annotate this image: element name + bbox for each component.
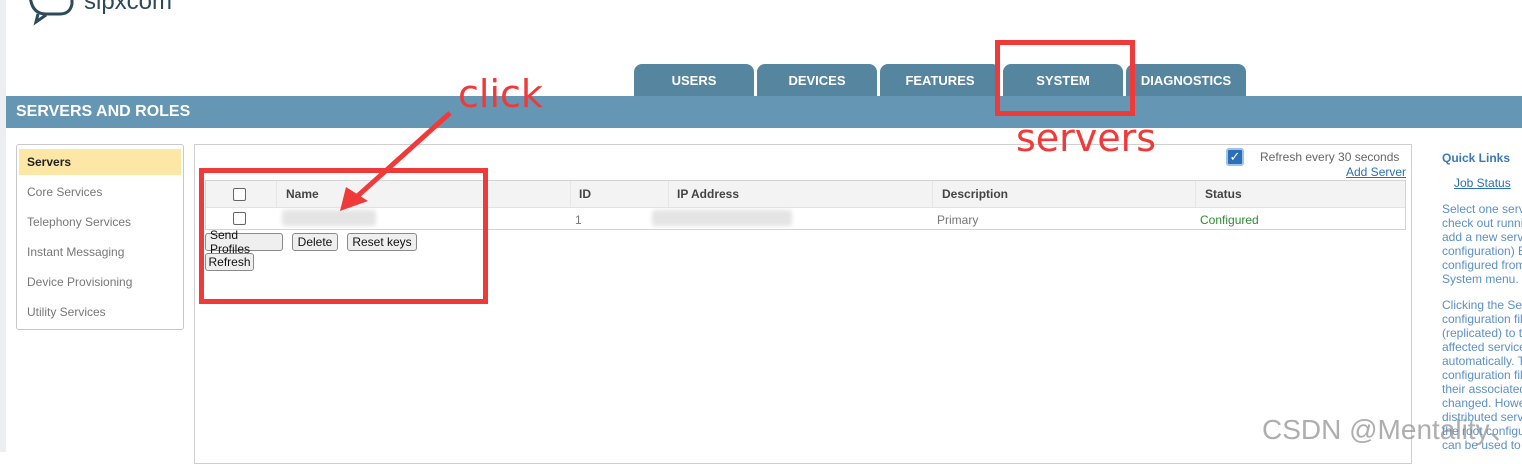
job-status-link[interactable]: Job Status xyxy=(1454,176,1511,190)
annotation-label-click: click xyxy=(458,72,543,116)
help-line: configuration) E xyxy=(1442,244,1522,258)
logo-icon xyxy=(29,0,74,26)
tab-diagnostics[interactable]: DIAGNOSTICS xyxy=(1126,64,1246,96)
logo-text: sipxcom xyxy=(84,0,173,15)
help-line: their associated xyxy=(1442,382,1522,396)
help-line: automatically. T xyxy=(1442,354,1522,368)
sidebar-item-core-services[interactable]: Core Services xyxy=(19,179,181,205)
refresh-toggle-row: ✓ xyxy=(1226,146,1244,168)
refresh-checkbox[interactable]: ✓ xyxy=(1226,148,1244,166)
sidebar: Servers Core Services Telephony Services… xyxy=(16,144,184,330)
column-header-id[interactable]: ID xyxy=(579,187,591,201)
help-line: configured from xyxy=(1442,258,1522,272)
help-line: System menu. xyxy=(1442,272,1519,286)
help-line: configuration fil xyxy=(1442,312,1522,326)
page-title-band: SERVERS AND ROLES xyxy=(6,96,1522,128)
sidebar-item-instant-messaging[interactable]: Instant Messaging xyxy=(19,239,181,265)
add-server-link[interactable]: Add Server xyxy=(1346,165,1406,179)
status-badge: Configured xyxy=(1200,213,1259,227)
sidebar-item-device-provisioning[interactable]: Device Provisioning xyxy=(19,269,181,295)
sidebar-item-servers[interactable]: Servers xyxy=(19,149,181,175)
column-header-status[interactable]: Status xyxy=(1205,187,1242,201)
server-description: Primary xyxy=(937,213,979,227)
tab-users[interactable]: USERS xyxy=(634,64,754,96)
watermark: CSDN @Mentality、 xyxy=(1262,414,1518,445)
server-id: 1 xyxy=(575,213,582,227)
column-divider xyxy=(570,181,571,207)
column-divider xyxy=(1195,181,1196,207)
sidebar-item-utility-services[interactable]: Utility Services xyxy=(19,299,181,325)
annotation-label-servers: servers xyxy=(1016,116,1157,160)
help-line: affected service xyxy=(1442,340,1522,354)
tab-devices[interactable]: DEVICES xyxy=(757,64,877,96)
column-header-description[interactable]: Description xyxy=(942,187,1008,201)
annotation-box-system-tab xyxy=(995,40,1135,116)
quick-links-title: Quick Links xyxy=(1442,151,1511,165)
sidebar-item-telephony-services[interactable]: Telephony Services xyxy=(19,209,181,235)
help-line: configuration fil xyxy=(1442,368,1522,382)
column-header-ip-address[interactable]: IP Address xyxy=(677,187,739,201)
refresh-interval-label: Refresh every 30 seconds xyxy=(1260,150,1400,164)
ip-address-redacted xyxy=(652,210,792,226)
annotation-arrow-icon xyxy=(340,111,452,211)
help-line: Clicking the Se xyxy=(1442,298,1522,312)
column-divider xyxy=(668,181,669,207)
column-divider xyxy=(932,181,933,207)
left-edge-strip xyxy=(0,0,6,452)
help-line: Select one serv xyxy=(1442,202,1522,216)
quick-links-help-text-1: Select one serv check out runni add a ne… xyxy=(1442,202,1522,286)
tab-features[interactable]: FEATURES xyxy=(880,64,1000,96)
help-line: (replicated) to t xyxy=(1442,326,1522,340)
help-line: check out runni xyxy=(1442,216,1522,230)
help-line: add a new serv xyxy=(1442,230,1522,244)
page-title: SERVERS AND ROLES xyxy=(16,103,191,120)
